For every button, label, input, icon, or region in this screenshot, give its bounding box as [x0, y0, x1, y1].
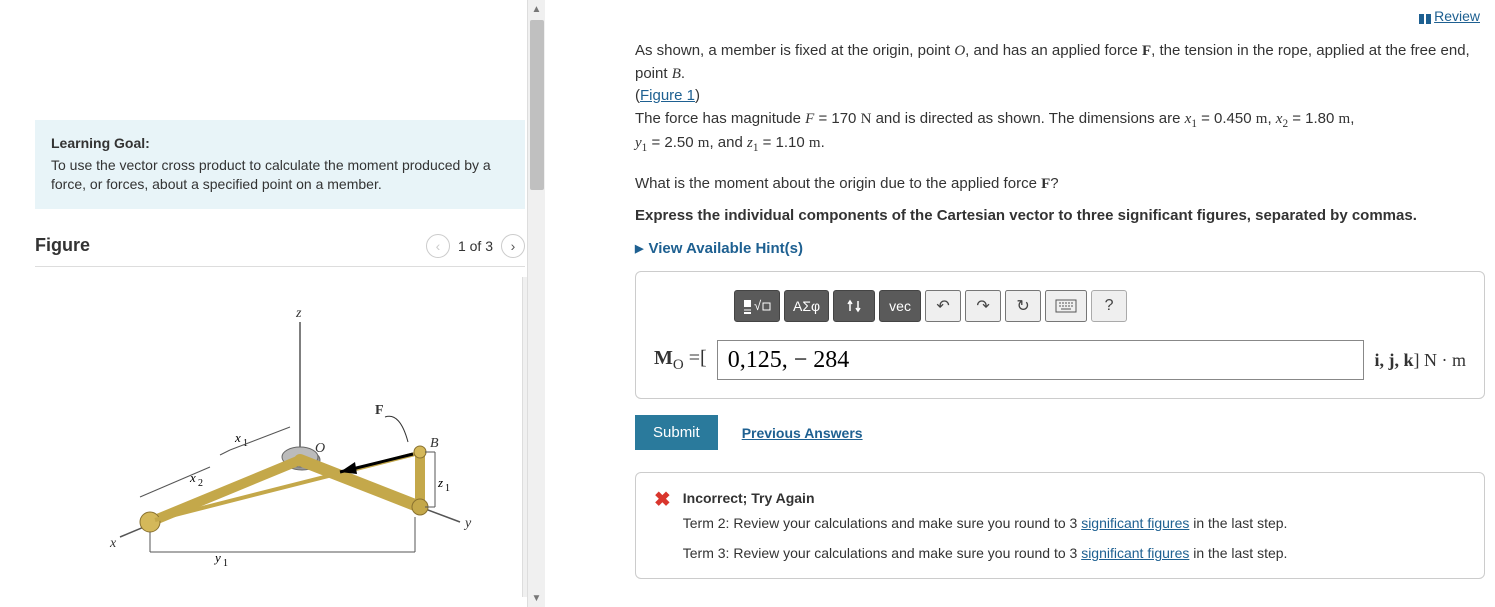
answer-box: √ ΑΣφ vec ↶ ↷ ↻ ? MO =[ i, j, k] N · m — [635, 271, 1485, 399]
svg-text:√: √ — [754, 298, 762, 313]
reset-button[interactable]: ↻ — [1005, 290, 1041, 322]
feedback-title: Incorrect; Try Again — [683, 487, 1466, 509]
svg-text:1: 1 — [223, 558, 228, 569]
svg-text:z: z — [295, 306, 302, 321]
figure-area: z x y O B F x 1 — [35, 277, 525, 597]
scroll-up-icon[interactable]: ▲ — [528, 0, 545, 18]
left-scrollbar[interactable]: ▲ ▼ — [527, 0, 545, 607]
svg-text:O: O — [315, 441, 325, 456]
left-panel: Learning Goal: To use the vector cross p… — [0, 0, 545, 607]
figure-diagram: z x y O B F x 1 — [80, 302, 480, 572]
greek-button[interactable]: ΑΣφ — [784, 290, 829, 322]
submit-row: Submit Previous Answers — [635, 415, 1485, 450]
keyboard-button[interactable] — [1045, 290, 1087, 322]
undo-button[interactable]: ↶ — [925, 290, 961, 322]
svg-text:z: z — [437, 475, 443, 490]
arrows-updown-icon — [845, 298, 863, 314]
svg-text:B: B — [430, 436, 439, 451]
scroll-down-icon[interactable]: ▼ — [528, 589, 545, 607]
svg-text:x: x — [189, 470, 196, 485]
instruction-text: Express the individual components of the… — [635, 207, 1485, 224]
hints-label: View Available Hint(s) — [648, 240, 803, 257]
svg-text:x: x — [109, 536, 117, 551]
help-button[interactable]: ? — [1091, 290, 1127, 322]
review-link[interactable]: Review — [1419, 8, 1480, 24]
previous-answers-link[interactable]: Previous Answers — [742, 425, 863, 441]
submit-button[interactable]: Submit — [635, 415, 718, 450]
figure-1-link[interactable]: Figure 1 — [640, 87, 695, 104]
templates-button[interactable]: √ — [734, 290, 780, 322]
review-icon — [1419, 11, 1431, 21]
svg-text:y: y — [463, 516, 472, 531]
equation-toolbar: √ ΑΣφ vec ↶ ↷ ↻ ? — [734, 290, 1466, 322]
feedback-term2: Term 2: Review your calculations and mak… — [683, 512, 1466, 534]
question-text: What is the moment about the origin due … — [635, 175, 1485, 193]
answer-unit: i, j, k] N · m — [1374, 350, 1466, 371]
figure-next-button[interactable]: › — [501, 234, 525, 258]
review-label: Review — [1434, 8, 1480, 24]
figure-nav: ‹ 1 of 3 › — [426, 234, 525, 258]
redo-button[interactable]: ↷ — [965, 290, 1001, 322]
keyboard-icon — [1055, 299, 1077, 313]
problem-statement: As shown, a member is fixed at the origi… — [635, 40, 1485, 157]
learning-goal-text: To use the vector cross product to calcu… — [51, 156, 509, 195]
learning-goal-box: Learning Goal: To use the vector cross p… — [35, 120, 525, 209]
answer-line: MO =[ i, j, k] N · m — [654, 340, 1466, 380]
chevron-right-icon: ▶ — [635, 242, 643, 255]
figure-title: Figure — [35, 235, 90, 256]
figure-prev-button[interactable]: ‹ — [426, 234, 450, 258]
reset-icon: ↻ — [1016, 296, 1029, 316]
answer-label: MO =[ — [654, 347, 707, 374]
feedback-box: ✖ Incorrect; Try Again Term 2: Review yo… — [635, 472, 1485, 579]
vec-button[interactable]: vec — [879, 290, 921, 322]
svg-text:F: F — [375, 403, 384, 418]
svg-text:2: 2 — [198, 478, 203, 489]
feedback-term3: Term 3: Review your calculations and mak… — [683, 542, 1466, 564]
scroll-thumb[interactable] — [530, 20, 544, 190]
learning-goal-title: Learning Goal: — [51, 134, 509, 154]
right-panel: Review As shown, a member is fixed at th… — [545, 0, 1495, 607]
view-hints-toggle[interactable]: ▶ View Available Hint(s) — [635, 240, 1485, 257]
figure-counter: 1 of 3 — [458, 238, 493, 254]
subscript-button[interactable] — [833, 290, 875, 322]
incorrect-icon: ✖ — [654, 487, 671, 564]
sigfig-link[interactable]: significant figures — [1081, 545, 1189, 561]
sigfig-link[interactable]: significant figures — [1081, 515, 1189, 531]
svg-text:x: x — [234, 430, 241, 445]
figure-header: Figure ‹ 1 of 3 › — [35, 234, 525, 267]
svg-text:1: 1 — [445, 483, 450, 494]
undo-icon: ↶ — [936, 296, 949, 316]
fraction-root-icon: √ — [743, 297, 771, 315]
redo-icon: ↷ — [976, 296, 989, 316]
feedback-body: Incorrect; Try Again Term 2: Review your… — [683, 487, 1466, 564]
answer-input[interactable] — [717, 340, 1365, 380]
